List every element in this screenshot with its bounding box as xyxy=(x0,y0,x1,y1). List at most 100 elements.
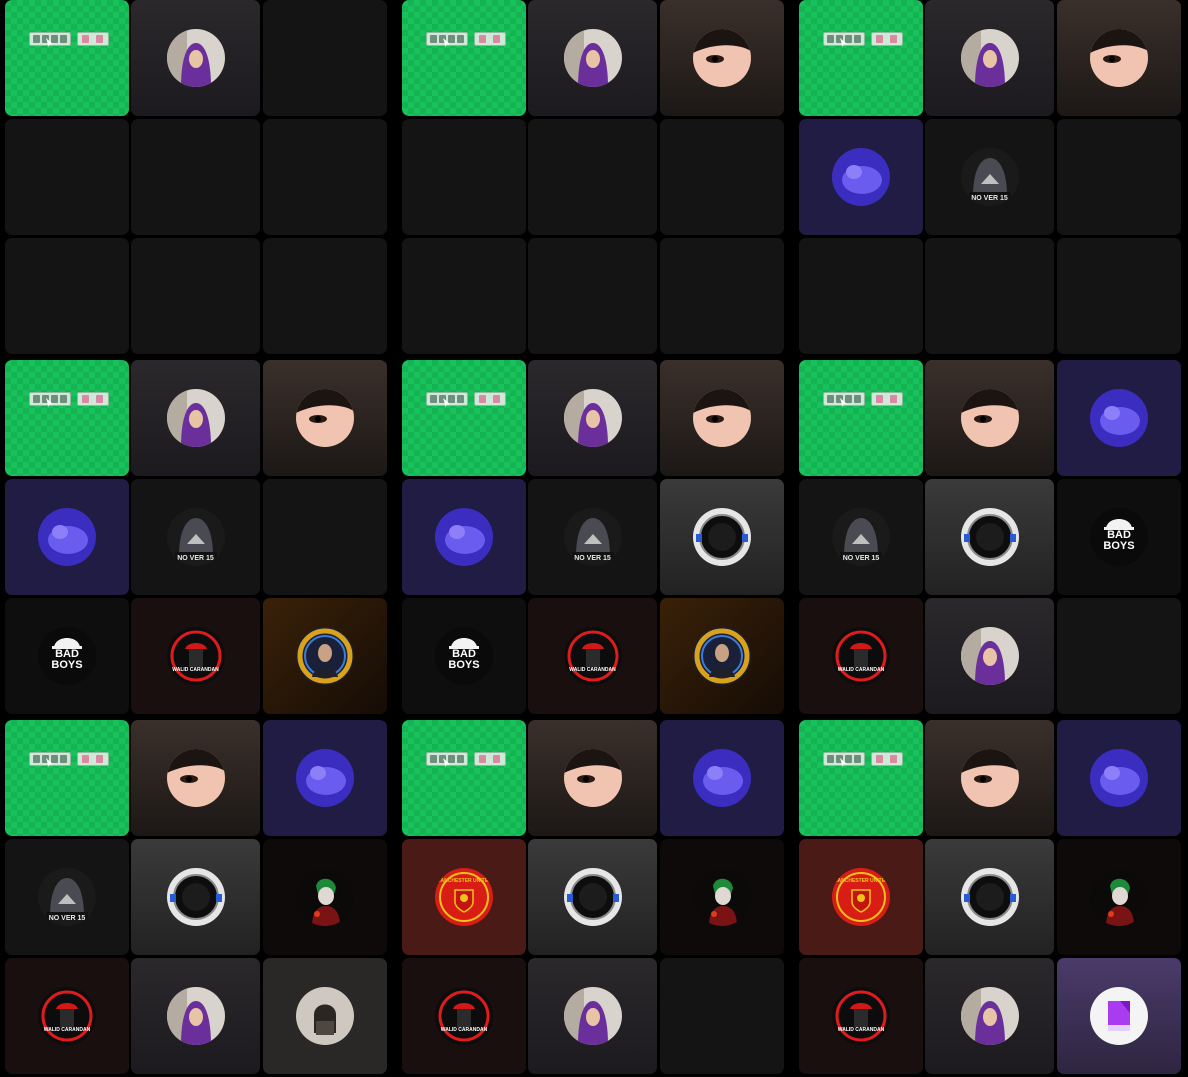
participant-tile[interactable]: BAD BOYS xyxy=(402,598,526,714)
screen-share-tile[interactable] xyxy=(799,720,923,836)
eye-closeup-avatar xyxy=(693,389,751,447)
hijab-avatar xyxy=(960,29,1019,87)
participant-tile[interactable]: NO VER 15 xyxy=(131,479,260,595)
participant-tile[interactable]: BAD BOYS xyxy=(5,598,129,714)
walid-red-avatar: WALID CARANDAN xyxy=(38,987,96,1045)
shared-window-thumbnail xyxy=(77,32,109,46)
participant-tile[interactable] xyxy=(660,479,784,595)
empty-tile xyxy=(528,238,657,354)
participant-tile[interactable] xyxy=(799,119,923,235)
hijab-avatar xyxy=(960,627,1019,685)
meeting-panel: NO VER 15 xyxy=(799,0,1182,357)
manchester-united-avatar: MANCHESTER UNITED xyxy=(435,868,493,926)
participant-tile[interactable] xyxy=(1057,839,1181,955)
participant-tile[interactable] xyxy=(925,0,1054,116)
avatar-caption: WALID CARANDAN xyxy=(440,1027,488,1033)
empty-tile xyxy=(263,238,387,354)
participant-tile[interactable] xyxy=(5,479,129,595)
walid-red-avatar: WALID CARANDAN xyxy=(166,627,225,685)
avatar-caption: BAD BOYS xyxy=(448,648,480,671)
avatar-caption: WALID CARANDAN xyxy=(837,1027,885,1033)
bad-boys-avatar: BAD BOYS xyxy=(38,627,96,685)
hijab-avatar xyxy=(166,389,225,447)
participant-tile[interactable]: WALID CARANDAN xyxy=(528,598,657,714)
participant-tile[interactable]: WALID CARANDAN xyxy=(5,958,129,1074)
participant-tile[interactable]: MANCHESTER UNITED xyxy=(799,839,923,955)
participant-tile[interactable]: BAD BOYS xyxy=(1057,479,1181,595)
participant-tile[interactable] xyxy=(263,839,387,955)
hooded-figure-avatar: NO VER 15 xyxy=(832,508,890,566)
participant-tile[interactable] xyxy=(131,360,260,476)
bad-boys-avatar: BAD BOYS xyxy=(1090,508,1148,566)
shared-window-thumbnail xyxy=(474,392,506,406)
hijab-avatar xyxy=(166,29,225,87)
participant-tile[interactable] xyxy=(131,0,260,116)
avatar-caption: WALID CARANDAN xyxy=(569,667,616,673)
participant-tile[interactable] xyxy=(131,720,260,836)
empty-tile xyxy=(799,238,923,354)
screen-share-tile[interactable] xyxy=(5,720,129,836)
participant-tile[interactable] xyxy=(925,479,1054,595)
participant-tile[interactable] xyxy=(263,720,387,836)
meeting-panel: NO VER 15 BAD BOYS WALID CARANDAN xyxy=(5,360,388,717)
participant-tile[interactable] xyxy=(263,958,387,1074)
hijab-avatar xyxy=(563,987,622,1045)
screen-share-tile[interactable] xyxy=(402,0,526,116)
participant-tile[interactable]: MANCHESTER UNITED xyxy=(402,839,526,955)
participant-tile[interactable] xyxy=(131,839,260,955)
empty-tile xyxy=(402,119,526,235)
participant-tile[interactable] xyxy=(660,720,784,836)
participant-tile[interactable] xyxy=(263,598,387,714)
meeting-panel xyxy=(5,0,388,357)
participant-tile[interactable] xyxy=(660,0,784,116)
participant-tile[interactable]: NO VER 15 xyxy=(5,839,129,955)
participant-tile[interactable] xyxy=(925,720,1054,836)
empty-tile xyxy=(1057,598,1181,714)
participant-tile[interactable] xyxy=(925,839,1054,955)
hijab-avatar xyxy=(563,389,622,447)
participant-tile[interactable]: NO VER 15 xyxy=(925,119,1054,235)
avatar-caption: MANCHESTER UNITED xyxy=(436,878,492,884)
manchester-united-avatar: MANCHESTER UNITED xyxy=(832,868,890,926)
participant-tile[interactable] xyxy=(131,958,260,1074)
participant-tile[interactable] xyxy=(925,360,1054,476)
participant-tile[interactable] xyxy=(660,598,784,714)
participant-tile[interactable]: WALID CARANDAN xyxy=(799,598,923,714)
participant-tile[interactable] xyxy=(263,360,387,476)
participant-tile[interactable] xyxy=(925,958,1054,1074)
participant-tile[interactable] xyxy=(528,839,657,955)
participant-tile[interactable] xyxy=(1057,958,1181,1074)
participant-tile[interactable] xyxy=(528,0,657,116)
participant-tile[interactable]: NO VER 15 xyxy=(799,479,923,595)
participant-tile[interactable] xyxy=(660,360,784,476)
screen-share-tile[interactable] xyxy=(5,0,129,116)
participant-tile[interactable] xyxy=(1057,720,1181,836)
screen-share-tile[interactable] xyxy=(402,720,526,836)
joker-avatar xyxy=(693,868,751,926)
participant-tile[interactable] xyxy=(1057,360,1181,476)
screen-share-tile[interactable] xyxy=(799,0,923,116)
empty-tile xyxy=(402,238,526,354)
hijab-avatar xyxy=(563,29,622,87)
participant-tile[interactable] xyxy=(660,839,784,955)
participant-tile[interactable] xyxy=(528,360,657,476)
avatar-caption: MANCHESTER UNITED xyxy=(833,878,889,884)
screen-share-tile[interactable] xyxy=(402,360,526,476)
participant-tile[interactable]: NO VER 15 xyxy=(528,479,657,595)
participant-tile[interactable] xyxy=(1057,0,1181,116)
empty-tile xyxy=(263,119,387,235)
participant-tile[interactable] xyxy=(528,958,657,1074)
empty-tile xyxy=(5,119,129,235)
participant-tile[interactable] xyxy=(528,720,657,836)
participant-tile[interactable]: WALID CARANDAN xyxy=(799,958,923,1074)
screen-share-tile[interactable] xyxy=(799,360,923,476)
participant-tile[interactable] xyxy=(925,598,1054,714)
participant-tile[interactable] xyxy=(402,479,526,595)
participant-tile[interactable]: WALID CARANDAN xyxy=(131,598,260,714)
avatar-caption: NO VER 15 xyxy=(842,555,880,562)
screen-share-tile[interactable] xyxy=(5,360,129,476)
empty-tile xyxy=(528,119,657,235)
participant-tile[interactable]: WALID CARANDAN xyxy=(402,958,526,1074)
shared-window-thumbnail xyxy=(474,32,506,46)
empty-tile xyxy=(131,119,260,235)
